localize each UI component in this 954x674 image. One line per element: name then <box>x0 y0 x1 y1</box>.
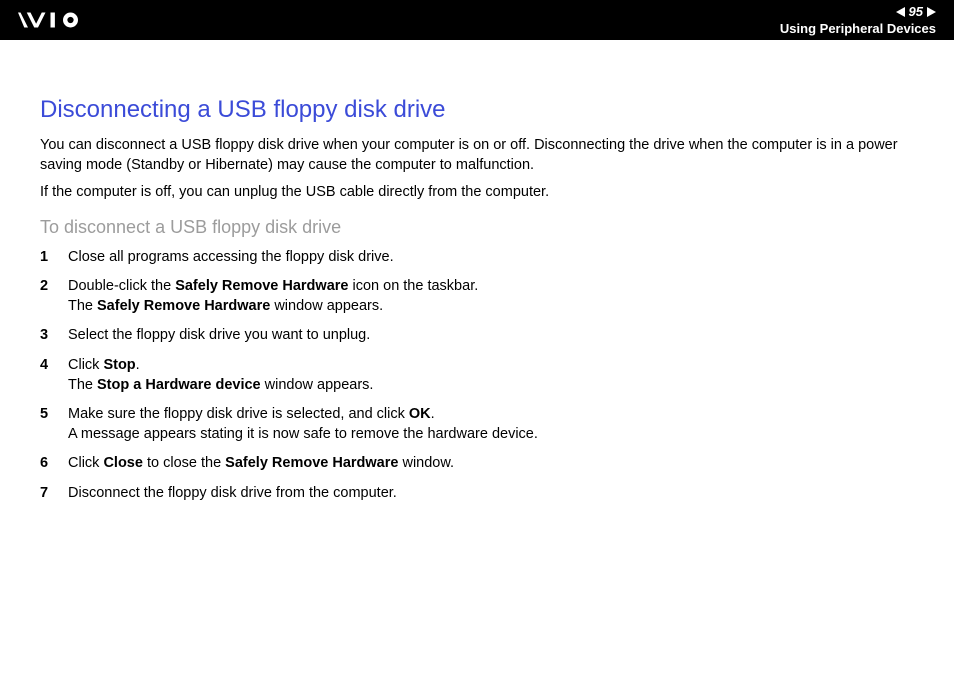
step-bold-text: Stop <box>103 357 135 373</box>
step-text: Select the floppy disk drive you want to… <box>68 327 370 343</box>
step-text: to close the <box>143 455 225 471</box>
step-item: Click Close to close the Safely Remove H… <box>40 454 914 474</box>
step-text: A message appears stating it is now safe… <box>68 426 538 442</box>
page-navigation: 95 <box>780 4 936 20</box>
steps-list: Close all programs accessing the floppy … <box>40 248 914 504</box>
header-bar: 95 Using Peripheral Devices <box>0 0 954 40</box>
step-item: Disconnect the floppy disk drive from th… <box>40 484 914 504</box>
step-text: . <box>136 357 140 373</box>
step-bold-text: Close <box>103 455 143 471</box>
step-item: Make sure the floppy disk drive is selec… <box>40 405 914 444</box>
step-text: Click <box>68 455 103 471</box>
page-content: Disconnecting a USB floppy disk drive Yo… <box>0 40 954 503</box>
step-text: window. <box>398 455 454 471</box>
next-page-icon[interactable] <box>927 7 936 17</box>
step-text: . <box>431 406 435 422</box>
step-item: Close all programs accessing the floppy … <box>40 248 914 268</box>
step-bold-text: OK <box>409 406 431 422</box>
step-bold-text: Safely Remove Hardware <box>97 298 270 314</box>
step-text: Make sure the floppy disk drive is selec… <box>68 406 409 422</box>
step-bold-text: Safely Remove Hardware <box>175 278 348 294</box>
step-bold-text: Safely Remove Hardware <box>225 455 398 471</box>
prev-page-icon[interactable] <box>896 7 905 17</box>
page-title: Disconnecting a USB floppy disk drive <box>40 96 914 124</box>
step-text: Disconnect the floppy disk drive from th… <box>68 485 397 501</box>
procedure-heading: To disconnect a USB floppy disk drive <box>40 217 914 238</box>
step-text: Double-click the <box>68 278 175 294</box>
step-text: Click <box>68 357 103 373</box>
step-text: window appears. <box>270 298 383 314</box>
step-text: Close all programs accessing the floppy … <box>68 249 394 265</box>
intro-paragraph-1: You can disconnect a USB floppy disk dri… <box>40 136 914 175</box>
section-title: Using Peripheral Devices <box>780 21 936 37</box>
step-bold-text: Stop a Hardware device <box>97 377 261 393</box>
step-item: Double-click the Safely Remove Hardware … <box>40 277 914 316</box>
step-item: Select the floppy disk drive you want to… <box>40 326 914 346</box>
intro-paragraph-2: If the computer is off, you can unplug t… <box>40 183 914 203</box>
step-text: The <box>68 377 97 393</box>
header-right: 95 Using Peripheral Devices <box>780 4 936 36</box>
page-number: 95 <box>909 4 923 20</box>
step-text: The <box>68 298 97 314</box>
step-text: icon on the taskbar. <box>348 278 478 294</box>
vaio-logo <box>18 11 118 29</box>
step-item: Click Stop. The Stop a Hardware device wi… <box>40 356 914 395</box>
step-text: window appears. <box>261 377 374 393</box>
